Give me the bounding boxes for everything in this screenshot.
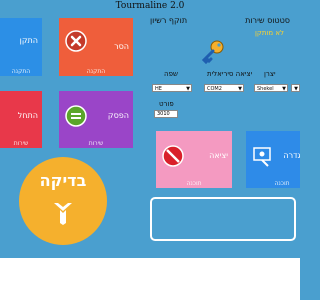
serial-port-label: יציאה סיריאלית — [207, 70, 253, 78]
install-tile-label: התקן — [19, 36, 38, 45]
extra-select[interactable]: ▼ — [291, 84, 300, 92]
chevron-down-icon: ▼ — [282, 86, 286, 92]
chevron-down-icon: ▼ — [186, 86, 190, 92]
menu-service-status[interactable]: סטטוס שירות — [245, 16, 290, 25]
stop-icon — [65, 105, 87, 127]
start-service-tile[interactable]: התחל שירות — [0, 91, 42, 148]
maker-select-value: Shekel — [257, 86, 274, 92]
chevron-down-icon: ▼ — [238, 86, 242, 92]
stop-service-tile[interactable]: הפסק שירות — [59, 91, 133, 148]
window-title: Tourmaline 2.0 — [115, 1, 185, 11]
stop-service-tile-sub: שירות — [88, 140, 104, 147]
maker-select[interactable]: Shekel ▼ — [254, 84, 288, 92]
settings-icon — [253, 147, 271, 167]
maker-label: יצרן — [264, 70, 276, 78]
log-box — [150, 197, 296, 241]
tourmaline-logo-icon — [54, 203, 72, 225]
remove-tile[interactable]: הסר התקנה — [59, 18, 133, 76]
stop-service-tile-label: הפסק — [107, 111, 129, 120]
exit-tile-sub: תוכנה — [186, 180, 202, 187]
install-tile-sub: התקנה — [11, 68, 31, 75]
exit-tile[interactable]: יציאה תוכנה — [156, 131, 232, 188]
exit-tile-label: יציאה — [209, 151, 228, 160]
check-button-label: בדיקה — [39, 171, 87, 190]
language-label: שפה — [164, 70, 178, 78]
install-tile[interactable]: התקן התקנה — [0, 18, 42, 76]
remove-tile-sub: התקנה — [86, 68, 106, 75]
config-tile-label: הגדרה — [283, 151, 300, 160]
port-input[interactable]: 3010 — [154, 110, 178, 118]
start-service-tile-sub: שירות — [13, 140, 29, 147]
config-tile-sub: תוכנה — [274, 180, 290, 187]
service-status-text: לא מותקן — [254, 29, 284, 37]
no-entry-icon — [162, 145, 184, 167]
key-icon — [201, 40, 224, 64]
chevron-down-icon: ▼ — [294, 86, 298, 92]
config-tile[interactable]: הגדרה תוכנה — [246, 131, 300, 188]
start-service-tile-label: התחל — [17, 111, 38, 120]
serial-port-select-value: COM2 — [207, 86, 222, 92]
remove-tile-label: הסר — [114, 42, 129, 51]
remove-x-icon — [65, 30, 87, 52]
language-select-value: HE — [155, 86, 162, 92]
top-menu: סטטוס שירות תוקף רשיון — [150, 16, 290, 25]
serial-port-select[interactable]: COM2 ▼ — [204, 84, 244, 92]
language-select[interactable]: HE ▼ — [152, 84, 192, 92]
check-button[interactable]: בדיקה — [19, 157, 107, 245]
bottom-panel — [0, 258, 300, 300]
menu-license[interactable]: תוקף רשיון — [150, 16, 187, 25]
port-label: פורט — [159, 100, 174, 108]
